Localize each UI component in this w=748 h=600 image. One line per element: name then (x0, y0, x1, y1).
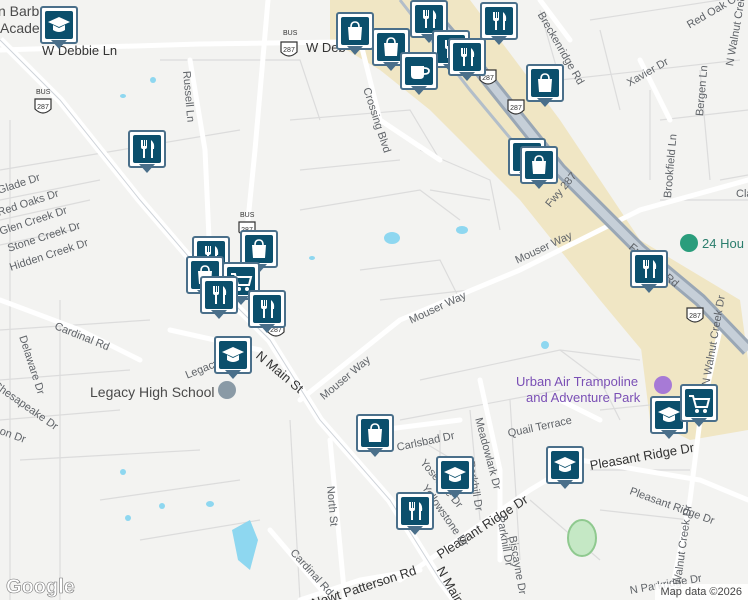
place-label-legacy-high-school[interactable]: Legacy High School (90, 384, 215, 400)
us-287-shield: 287 (280, 41, 298, 57)
school-marker[interactable] (546, 446, 584, 490)
bus-label: BUS (240, 212, 255, 219)
entertainment-poi-icon[interactable] (654, 376, 672, 394)
health-poi-icon[interactable] (680, 234, 698, 252)
school-poi-icon[interactable] (218, 381, 236, 399)
restaurant-marker[interactable] (248, 290, 286, 334)
place-label-24-hour[interactable]: 24 Hou (702, 236, 744, 251)
water-pond-10 (232, 520, 258, 570)
place-label-urban-air[interactable]: Urban Air Trampoline (516, 374, 638, 389)
street-label-cla: Cla (736, 188, 748, 200)
water-pond-2 (456, 226, 468, 234)
school-marker[interactable] (436, 456, 474, 500)
water-pond-3 (309, 256, 315, 260)
us-287-shield: 287 (34, 98, 52, 114)
water-pond-4 (150, 77, 156, 83)
svg-text:287: 287 (689, 313, 701, 320)
svg-text:287: 287 (283, 47, 295, 54)
restaurant-marker[interactable] (128, 130, 166, 174)
park-track (567, 519, 597, 557)
restaurant-marker[interactable] (200, 276, 238, 320)
water-pond-11 (541, 341, 549, 349)
grocery-marker[interactable] (680, 384, 718, 428)
google-logo: Google (6, 576, 75, 599)
water-pond-8 (159, 503, 165, 509)
place-label-urban-air-line2[interactable]: and Adventure Park (526, 390, 640, 405)
school-marker[interactable] (40, 6, 78, 50)
water-pond-6 (120, 469, 126, 475)
shopping-marker[interactable] (336, 12, 374, 56)
us-287-shield: 287 (507, 99, 525, 115)
water-pond-7 (125, 515, 131, 521)
water-pond-9 (206, 501, 214, 507)
us-287-shield: 287 (686, 307, 704, 323)
restaurant-marker[interactable] (396, 492, 434, 536)
restaurant-marker[interactable] (448, 38, 486, 82)
school-marker[interactable] (214, 336, 252, 380)
bus-label: BUS (36, 89, 51, 96)
cafe-marker[interactable] (400, 52, 438, 96)
water-pond-1 (384, 232, 400, 244)
restaurant-marker[interactable] (630, 250, 668, 294)
place-label-barbers-academy-line2[interactable]: Acade (0, 20, 40, 36)
map-attribution[interactable]: Map data ©2026 (654, 584, 748, 600)
water-pond-5 (120, 94, 126, 98)
map-canvas[interactable]: 287 287 287 287 287 287 287 BUS BUS BUS … (0, 0, 748, 600)
shopping-marker[interactable] (526, 64, 564, 108)
place-label-barbers-academy[interactable]: n Barb (0, 3, 39, 19)
bus-label: BUS (283, 30, 298, 37)
map-base-layer (0, 0, 748, 600)
svg-text:287: 287 (510, 105, 522, 112)
shopping-marker[interactable] (520, 146, 558, 190)
svg-text:287: 287 (37, 104, 49, 111)
shopping-marker[interactable] (356, 414, 394, 458)
